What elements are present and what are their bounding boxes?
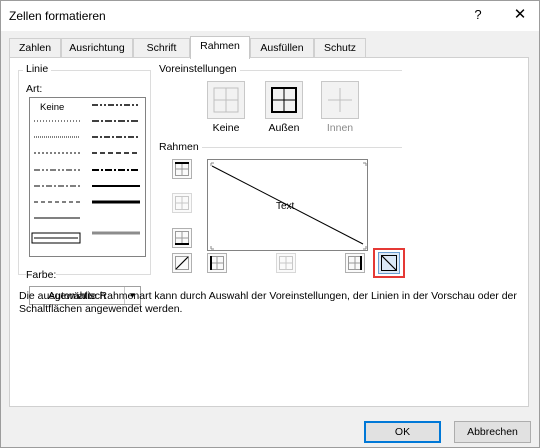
preset-outline-icon — [271, 87, 297, 113]
ok-button[interactable]: OK — [364, 421, 441, 443]
diagonal-down-icon — [381, 255, 397, 271]
line-style-list[interactable]: Keine — [29, 97, 146, 257]
preset-inside-label: Innen — [326, 122, 354, 134]
tab-ausfuellen[interactable]: Ausfüllen — [250, 38, 314, 58]
border-inside-vertical-button[interactable] — [276, 253, 296, 273]
preset-outline-button[interactable] — [265, 81, 303, 119]
line-style-label: Art: — [26, 83, 43, 95]
preset-outline-label: Außen — [268, 122, 300, 134]
preset-inside-button — [321, 81, 359, 119]
tab-schrift[interactable]: Schrift — [133, 38, 190, 58]
border-right-icon — [348, 256, 362, 270]
line-group-title: Linie — [23, 63, 52, 75]
border-diagonal-down-button[interactable] — [378, 252, 400, 274]
border-inside-horizontal-icon — [175, 196, 189, 210]
border-top-button[interactable] — [172, 159, 192, 179]
line-style-options[interactable] — [30, 98, 147, 258]
border-bottom-icon — [175, 231, 189, 245]
format-cells-dialog: Zellen formatieren ? ✕ Zahlen Ausrichtun… — [0, 0, 540, 448]
preset-inside-icon — [328, 88, 352, 112]
border-inside-horizontal-button[interactable] — [172, 193, 192, 213]
border-top-icon — [175, 162, 189, 176]
cancel-button[interactable]: Abbrechen — [454, 421, 531, 443]
tab-zahlen[interactable]: Zahlen — [9, 38, 61, 58]
help-button[interactable]: ? — [467, 5, 489, 25]
close-button[interactable]: ✕ — [509, 5, 531, 25]
dialog-title: Zellen formatieren — [9, 9, 106, 23]
tab-ausrichtung[interactable]: Ausrichtung — [61, 38, 133, 58]
preset-none-label: Keine — [212, 122, 240, 134]
border-bottom-button[interactable] — [172, 228, 192, 248]
border-tab-panel: Linie Art: Keine Farbe: Automatisch ▼ Vo… — [9, 57, 529, 407]
tab-schutz[interactable]: Schutz — [314, 38, 366, 58]
border-title: Rahmen — [156, 141, 202, 153]
preset-none-button[interactable] — [207, 81, 245, 119]
border-left-button[interactable] — [207, 253, 227, 273]
border-preview[interactable]: Text — [207, 159, 368, 251]
description-text: Die ausgewählte Rahmenart kann durch Aus… — [19, 290, 517, 315]
tab-rahmen[interactable]: Rahmen — [190, 36, 250, 59]
diagonal-up-icon — [175, 256, 189, 270]
border-left-icon — [210, 256, 224, 270]
border-inside-vertical-icon — [279, 256, 293, 270]
preset-none-icon — [213, 87, 239, 113]
border-right-button[interactable] — [345, 253, 365, 273]
color-label: Farbe: — [26, 269, 57, 281]
presets-title: Voreinstellungen — [156, 63, 240, 75]
preview-text: Text — [276, 201, 295, 212]
border-diagonal-up-button[interactable] — [172, 253, 192, 273]
title-bar: Zellen formatieren ? ✕ — [1, 1, 539, 31]
